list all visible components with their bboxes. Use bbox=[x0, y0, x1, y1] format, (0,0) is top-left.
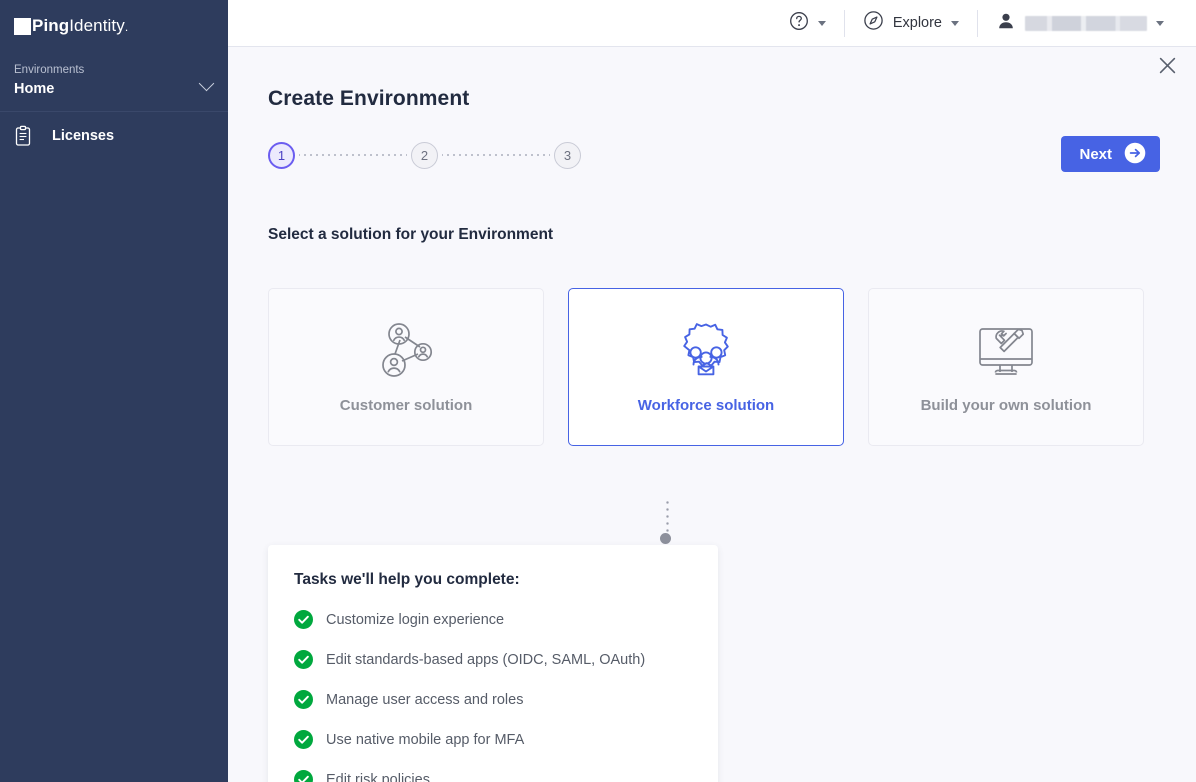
brand-logo[interactable]: PingIdentity. bbox=[0, 0, 228, 52]
arrow-right-circle-icon bbox=[1124, 142, 1146, 167]
section-title: Select a solution for your Environment bbox=[268, 226, 1196, 244]
check-circle-icon bbox=[294, 690, 313, 709]
tasks-panel: Tasks we'll help you complete: Customize… bbox=[268, 545, 718, 782]
solution-card-label: Workforce solution bbox=[638, 397, 774, 414]
help-circle-icon bbox=[789, 11, 809, 36]
stepper-step-3[interactable]: 3 bbox=[554, 142, 581, 169]
user-name-redacted bbox=[1025, 16, 1147, 31]
step-number: 1 bbox=[278, 148, 285, 163]
card-panel-connector-dot bbox=[660, 533, 671, 544]
brand-light: Identity bbox=[69, 16, 125, 35]
ping-logo-square bbox=[14, 18, 31, 35]
task-item: Edit standards-based apps (OIDC, SAML, O… bbox=[294, 650, 692, 669]
check-circle-icon bbox=[294, 610, 313, 629]
sidebar-item-label: Licenses bbox=[52, 128, 114, 144]
brand-bold: Ping bbox=[32, 16, 69, 35]
check-circle-icon bbox=[294, 650, 313, 669]
content-region: Create Environment 1 2 3 Select a soluti… bbox=[228, 47, 1196, 446]
task-label: Use native mobile app for MFA bbox=[326, 732, 524, 748]
explore-label: Explore bbox=[893, 15, 942, 31]
task-label: Edit standards-based apps (OIDC, SAML, O… bbox=[326, 652, 645, 668]
gear-people-icon bbox=[671, 321, 741, 383]
stepper-step-1[interactable]: 1 bbox=[268, 142, 295, 169]
brand-dot: . bbox=[125, 20, 128, 34]
page-title: Create Environment bbox=[268, 87, 1196, 111]
stepper-connector bbox=[442, 154, 550, 156]
clipboard-icon bbox=[14, 125, 36, 147]
chevron-down-icon bbox=[951, 21, 959, 26]
solution-card-list: Customer solution bbox=[268, 288, 1196, 446]
solution-card-workforce[interactable]: Workforce solution bbox=[568, 288, 844, 446]
step-number: 2 bbox=[421, 148, 428, 163]
tasks-panel-title: Tasks we'll help you complete: bbox=[294, 571, 692, 589]
task-label: Manage user access and roles bbox=[326, 692, 523, 708]
stepper-connector bbox=[299, 154, 407, 156]
help-menu[interactable] bbox=[771, 8, 844, 38]
environments-label: Environments bbox=[14, 62, 210, 78]
check-circle-icon bbox=[294, 730, 313, 749]
explore-menu[interactable]: Explore bbox=[845, 8, 977, 38]
stepper-step-2[interactable]: 2 bbox=[411, 142, 438, 169]
task-item: Use native mobile app for MFA bbox=[294, 730, 692, 749]
chevron-down-icon bbox=[1156, 21, 1164, 26]
main-area: Explore bbox=[228, 0, 1196, 782]
chevron-down-icon bbox=[818, 21, 826, 26]
app-root: PingIdentity. Environments Home Licenses bbox=[0, 0, 1196, 782]
next-button[interactable]: Next bbox=[1061, 136, 1160, 172]
monitor-tools-icon bbox=[970, 321, 1042, 383]
task-item: Edit risk policies bbox=[294, 770, 692, 782]
environment-current-value: Home bbox=[14, 79, 210, 99]
task-item: Customize login experience bbox=[294, 610, 692, 629]
sidebar-item-licenses[interactable]: Licenses bbox=[0, 112, 228, 160]
solution-card-label: Customer solution bbox=[340, 397, 473, 414]
brand-logo-text: PingIdentity. bbox=[32, 16, 128, 36]
solution-card-build-your-own[interactable]: Build your own solution bbox=[868, 288, 1144, 446]
task-label: Customize login experience bbox=[326, 612, 504, 628]
top-bar: Explore bbox=[228, 0, 1196, 47]
task-item: Manage user access and roles bbox=[294, 690, 692, 709]
check-circle-icon bbox=[294, 770, 313, 782]
person-icon bbox=[996, 11, 1016, 36]
compass-icon bbox=[863, 10, 884, 36]
task-label: Edit risk policies bbox=[326, 772, 430, 782]
solution-card-customer[interactable]: Customer solution bbox=[268, 288, 544, 446]
stepper: 1 2 3 bbox=[268, 140, 1196, 170]
step-number: 3 bbox=[564, 148, 571, 163]
people-network-icon bbox=[373, 321, 439, 383]
next-button-label: Next bbox=[1079, 146, 1112, 163]
sidebar: PingIdentity. Environments Home Licenses bbox=[0, 0, 228, 782]
solution-card-label: Build your own solution bbox=[921, 397, 1092, 414]
user-menu[interactable] bbox=[978, 8, 1182, 38]
environment-selector[interactable]: Environments Home bbox=[0, 52, 228, 112]
